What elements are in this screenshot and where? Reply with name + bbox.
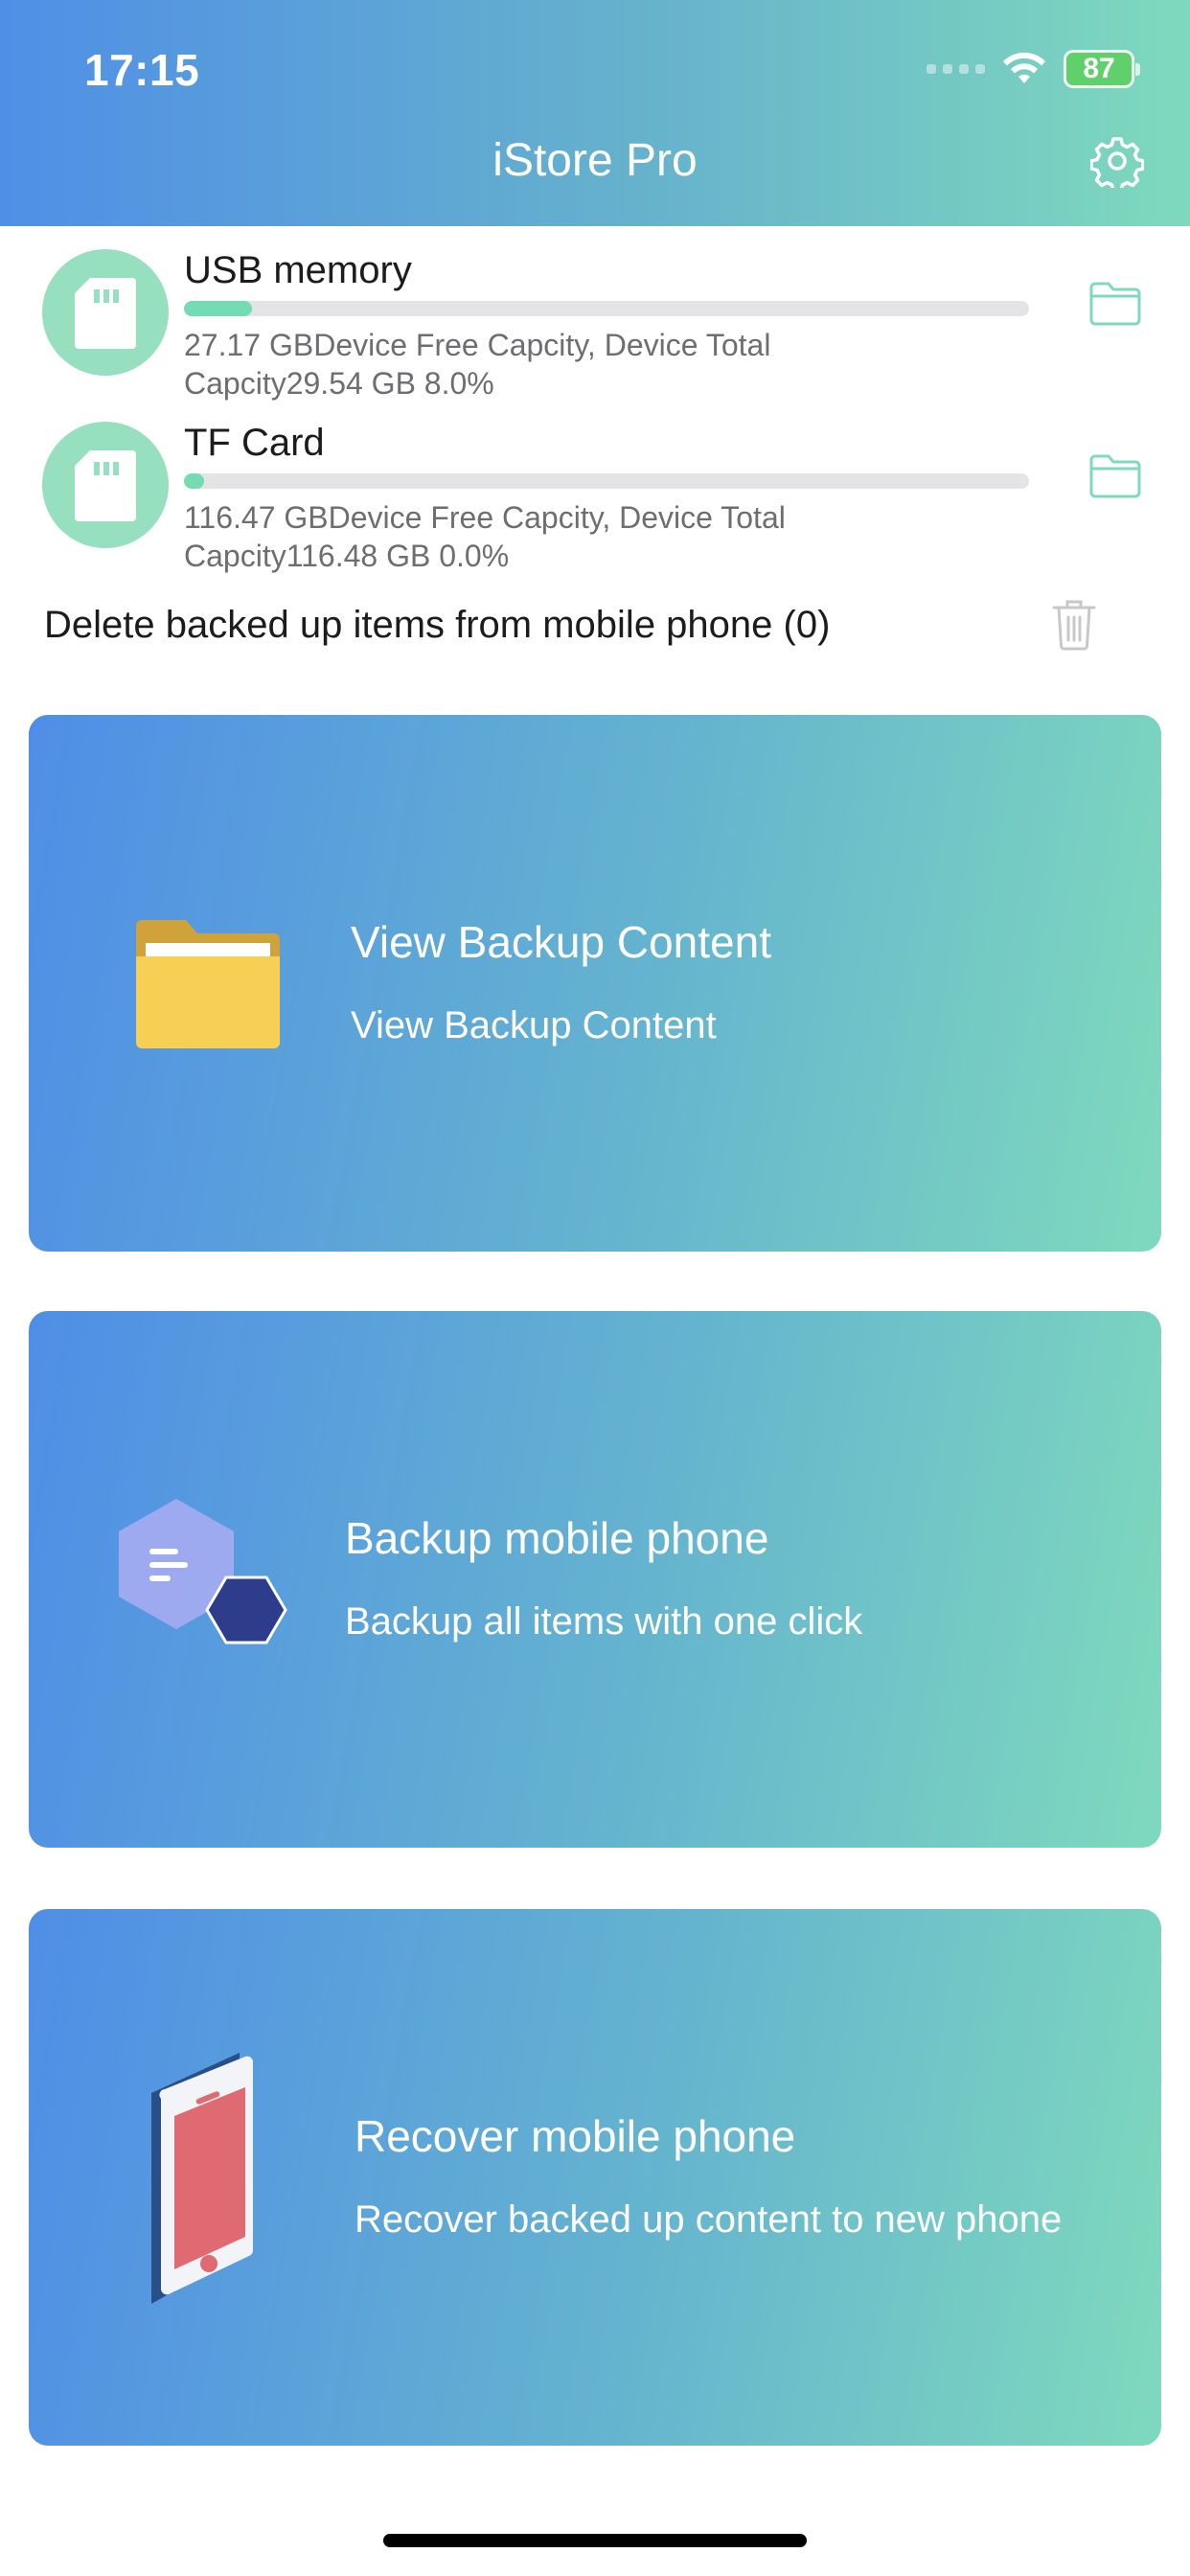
card-title: Recover mobile phone	[355, 2111, 796, 2161]
gear-icon[interactable]	[1090, 134, 1144, 188]
folder-icon[interactable]	[1088, 280, 1142, 328]
backup-phone-card[interactable]: Backup mobile phone Backup all items wit…	[29, 1311, 1161, 1848]
app-header: 17:15 87 iStore Pro	[0, 0, 1190, 226]
folder-icon	[136, 920, 280, 1048]
cellular-signal-icon	[927, 64, 985, 74]
screen: 17:15 87 iStore Pro USB memory 27.17 GBD…	[0, 0, 1190, 2576]
card-title: Backup mobile phone	[345, 1513, 769, 1563]
sd-card-icon	[42, 249, 169, 376]
phone-icon	[151, 2053, 254, 2304]
card-subtitle: Recover backed up content to new phone	[355, 2198, 1063, 2241]
trash-icon[interactable]	[1050, 596, 1098, 652]
backup-hexagon-icon	[119, 1499, 287, 1644]
storage-name: USB memory	[184, 249, 412, 291]
status-icons: 87	[927, 50, 1140, 88]
wifi-icon	[1003, 52, 1045, 83]
battery-level: 87	[1083, 53, 1115, 84]
storage-row-usb: USB memory 27.17 GBDevice Free Capcity, …	[0, 234, 1190, 401]
delete-backed-up-row: Delete backed up items from mobile phone…	[0, 592, 1190, 669]
storage-progress-fill	[184, 301, 252, 316]
home-indicator	[383, 2534, 807, 2547]
storage-description: 116.47 GBDevice Free Capcity, Device Tot…	[184, 500, 786, 573]
storage-row-tf: TF Card 116.47 GBDevice Free Capcity, De…	[0, 406, 1190, 573]
view-backup-card[interactable]: View Backup Content View Backup Content	[29, 715, 1161, 1252]
storage-progress-bar	[184, 473, 1029, 489]
storage-progress-bar	[184, 301, 1029, 316]
card-subtitle: View Backup Content	[351, 1004, 717, 1046]
storage-progress-fill	[184, 473, 205, 489]
card-subtitle: Backup all items with one click	[345, 1600, 863, 1643]
folder-icon[interactable]	[1088, 452, 1142, 500]
storage-description: 27.17 GBDevice Free Capcity, Device Tota…	[184, 328, 771, 401]
storage-name: TF Card	[184, 422, 325, 464]
delete-backed-up-label: Delete backed up items from mobile phone…	[44, 604, 831, 646]
recover-phone-card[interactable]: Recover mobile phone Recover backed up c…	[29, 1909, 1161, 2446]
page-title: iStore Pro	[492, 135, 698, 186]
card-title: View Backup Content	[351, 917, 771, 967]
sd-card-icon	[42, 422, 169, 548]
battery-icon: 87	[1064, 50, 1140, 88]
status-time: 17:15	[84, 45, 200, 95]
